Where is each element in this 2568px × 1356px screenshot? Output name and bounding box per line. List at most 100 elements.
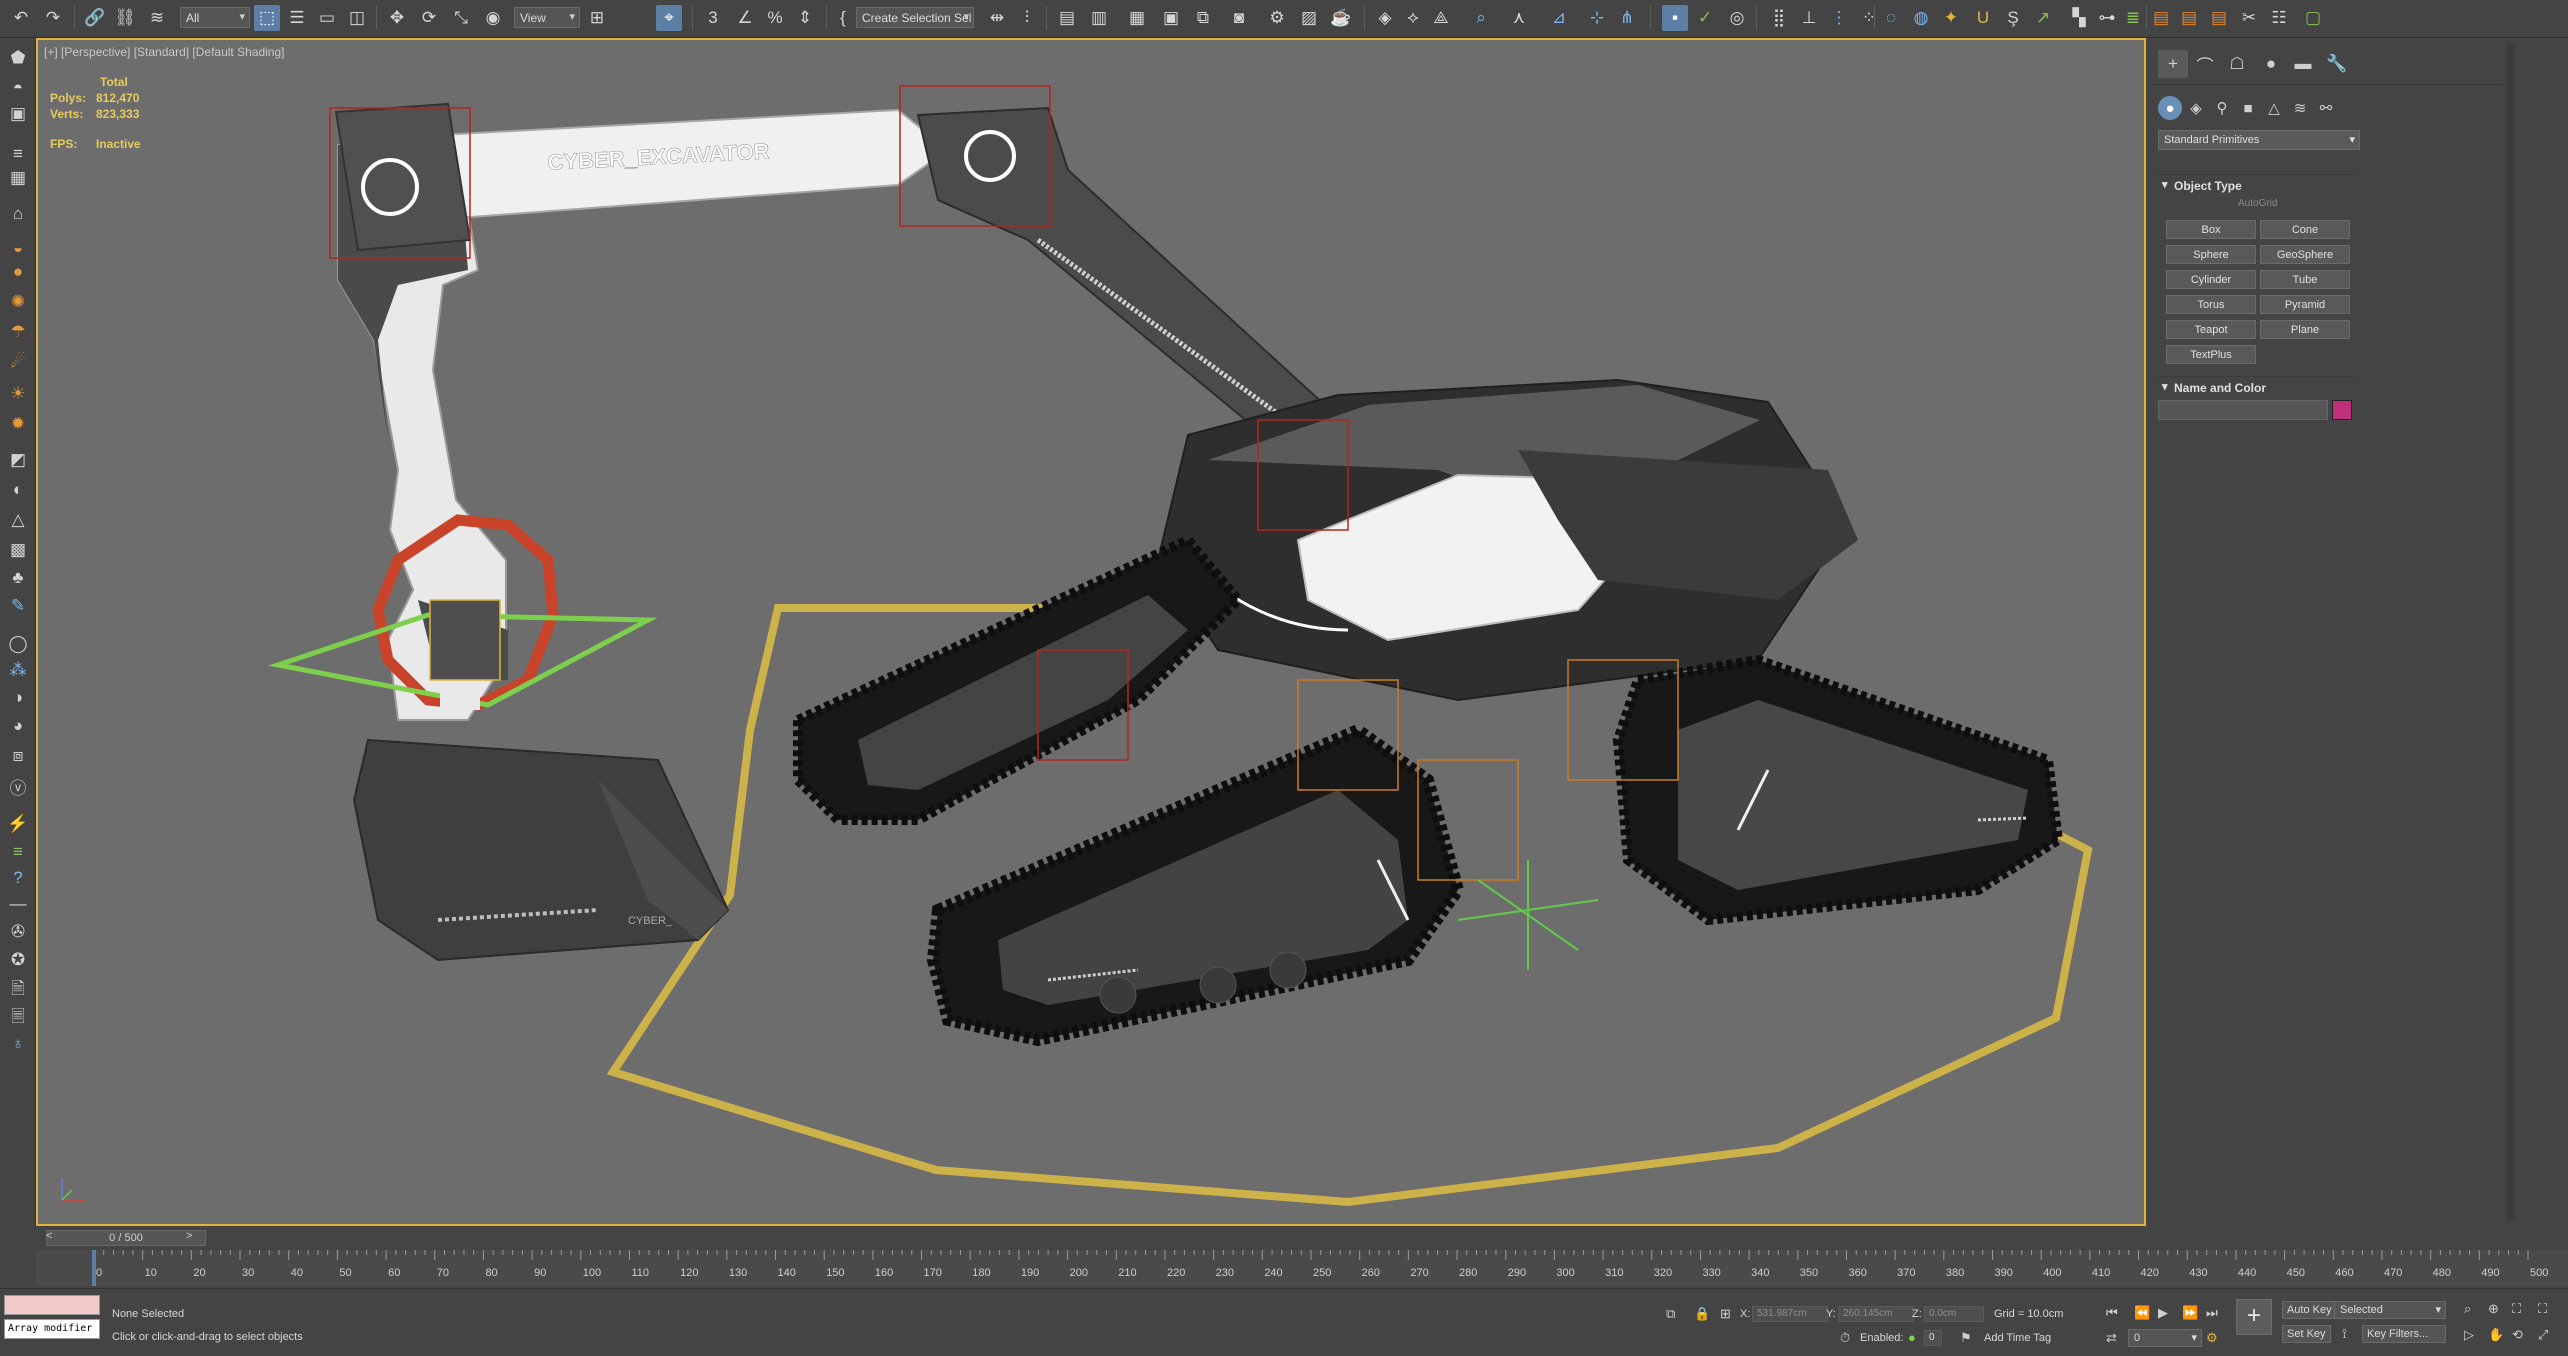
place-icon[interactable]: ◉ [480,5,506,31]
spacewarps-category-icon[interactable]: ≋ [2288,96,2312,120]
circle-dash-icon[interactable]: ◌ [1878,5,1904,31]
time-slider[interactable]: 0 / 500 [46,1230,206,1246]
undo-icon[interactable]: ↶ [8,5,34,31]
primitive-category-dropdown[interactable]: Standard Primitives [2158,130,2360,150]
time-slider-prev-icon[interactable]: < [46,1230,52,1242]
cylinder-button[interactable]: Cylinder [2166,270,2256,289]
sg-icon[interactable]: Ş [2000,5,2026,31]
helpers-category-icon[interactable]: △ [2262,96,2286,120]
planet-tool-icon[interactable]: ♁ [4,1030,32,1058]
named-selection-set-dropdown[interactable]: Create Selection Sel [856,7,974,28]
set-key-button[interactable]: Set Key [2282,1325,2331,1343]
ball-tool-icon[interactable]: ◯ [4,630,32,658]
graphite-toolbar-icon[interactable]: ▦ [1124,5,1150,31]
viewport-label[interactable]: [+] [Perspective] [Standard] [Default Sh… [44,45,284,59]
modeling-icon-1[interactable]: ◈ [1372,5,1398,31]
hierarchy-tab-icon[interactable]: ☖ [2222,50,2252,78]
lines-tool-icon[interactable]: ≡ [4,838,32,866]
redo-icon[interactable]: ↷ [40,5,66,31]
sync-icon[interactable]: ◎ [1724,5,1750,31]
select-by-name-icon[interactable]: ☰ [284,5,310,31]
maximize-viewport-icon[interactable]: ⤢ [2538,1327,2548,1343]
systems-category-icon[interactable]: ⚯ [2314,96,2338,120]
manipulate-icon[interactable]: ⌖ [656,5,682,31]
rectangular-selection-icon[interactable]: ▭ [314,5,340,31]
aperture-tool-icon[interactable]: ✇ [4,918,32,946]
modeling-icon-4[interactable]: ⌕ [1468,5,1494,31]
z-coordinate-field[interactable]: 0.0cm [1924,1306,1984,1322]
grid-icon[interactable]: ⣿ [1766,5,1792,31]
object-type-rollout[interactable]: Object Type [2158,174,2354,196]
pyramid-button[interactable]: Pyramid [2260,295,2350,314]
check-icon[interactable]: ✓ [1692,5,1718,31]
fov-icon[interactable]: ▷ [2464,1327,2474,1343]
script-icon-3[interactable]: ▤ [2206,5,2232,31]
frame-tool-icon[interactable]: ⧈ [4,742,32,770]
enabled-icon[interactable]: ● [1908,1330,1916,1345]
bind-space-warp-icon[interactable]: ≋ [144,5,170,31]
link-icon[interactable]: 🔗 [82,5,108,31]
key-filters-button[interactable]: Key Filters... [2362,1325,2446,1343]
arrange-icon[interactable]: ⊥ [1796,5,1822,31]
next-frame-icon[interactable]: ⏩ [2182,1305,2198,1321]
set-key-big-button[interactable]: + [2236,1299,2272,1335]
modeling-icon-6[interactable]: ⊿ [1546,5,1572,31]
pivot-center-icon[interactable]: ⊞ [584,5,610,31]
maxscript-output[interactable] [4,1295,100,1315]
modeling-icon-5[interactable]: ⋏ [1506,5,1532,31]
gear-tool-icon[interactable]: ✺ [4,288,32,316]
object-name-field[interactable] [2158,400,2328,420]
lock-selection-icon[interactable]: 🔒 [1694,1306,1710,1322]
object-color-swatch[interactable] [2332,400,2352,420]
add-time-tag-label[interactable]: Add Time Tag [1984,1332,2051,1344]
material-ball-icon[interactable]: ◐ [4,476,32,504]
spin-tool-icon[interactable]: ◑ [4,684,32,712]
zoom-icon[interactable]: ⌕ [2464,1301,2471,1317]
modeling-icon-7[interactable]: ⊹ [1584,5,1610,31]
shapes-category-icon[interactable]: ◈ [2184,96,2208,120]
particles-tool-icon[interactable]: ⁂ [4,656,32,684]
select-object-icon[interactable]: ⬚ [254,5,280,31]
go-to-end-icon[interactable]: ⏭ [2206,1305,2218,1321]
grass-tool-icon[interactable]: ♣ [4,564,32,592]
x-coordinate-field[interactable]: 531.987cm [1752,1306,1828,1322]
list-icon[interactable]: ☷ [2266,5,2292,31]
script-icon-1[interactable]: ▤ [2148,5,2174,31]
spinner-snap-icon[interactable]: ⇕ [792,5,818,31]
textplus-button[interactable]: TextPlus [2166,345,2256,364]
orb-tool-icon[interactable]: ● [4,258,32,286]
plane-button[interactable]: Plane [2260,320,2350,339]
modeling-icon-2[interactable]: ⟡ [1400,5,1426,31]
globe-icon[interactable]: ◍ [1908,5,1934,31]
material-editor-icon[interactable]: ◙ [1226,5,1252,31]
modeling-icon-8[interactable]: ⋔ [1614,5,1640,31]
frame-ruler[interactable]: 0 10 20 30 40 50 60 70 80 90 100 110 120 130 140 150 160… [36,1250,2568,1286]
command-panel-scrollbar[interactable] [2506,44,2514,1220]
absolute-mode-icon[interactable]: ⊞ [1720,1306,1731,1322]
enabled-value-field[interactable]: 0 [1924,1330,1942,1346]
geosphere-button[interactable]: GeoSphere [2260,245,2350,264]
cube-tool-icon[interactable]: ◩ [4,446,32,474]
name-and-color-rollout[interactable]: Name and Color [2158,376,2354,398]
layers-icon[interactable]: ≣ [2120,5,2146,31]
render-setup-icon[interactable]: ⚙ [1264,5,1290,31]
rotate-icon[interactable]: ⟳ [416,5,442,31]
lights-category-icon[interactable]: ⚲ [2210,96,2234,120]
maxscript-input[interactable]: Array modifier [4,1319,100,1339]
cameras-category-icon[interactable]: ■ [2236,96,2260,120]
play-icon[interactable]: ▶ [2158,1305,2168,1321]
create-tab-icon[interactable]: + [2158,50,2188,78]
pen-tool-icon[interactable]: ✎ [4,592,32,620]
perspective-viewport[interactable]: CYBER_ CYBER_EXCAVATOR [+] [Perspective]… [36,38,2146,1226]
rendered-frame-icon[interactable]: ▨ [1296,5,1322,31]
separator-tool-icon[interactable]: — [4,890,32,918]
snaps-toggle-icon[interactable]: 3 [700,5,726,31]
plugin-icon-2[interactable]: ⊶ [2094,5,2120,31]
percent-snap-icon[interactable]: % [762,5,788,31]
flame-tool-icon[interactable]: ☄ [4,348,32,376]
align-icon[interactable]: ⫶ [1014,5,1040,31]
light-icon[interactable]: ✦ [1938,5,1964,31]
camera-tool-icon[interactable]: ▦ [4,164,32,192]
window-icon[interactable]: ▢ [2300,5,2326,31]
render-icon[interactable]: ☕ [1328,5,1354,31]
